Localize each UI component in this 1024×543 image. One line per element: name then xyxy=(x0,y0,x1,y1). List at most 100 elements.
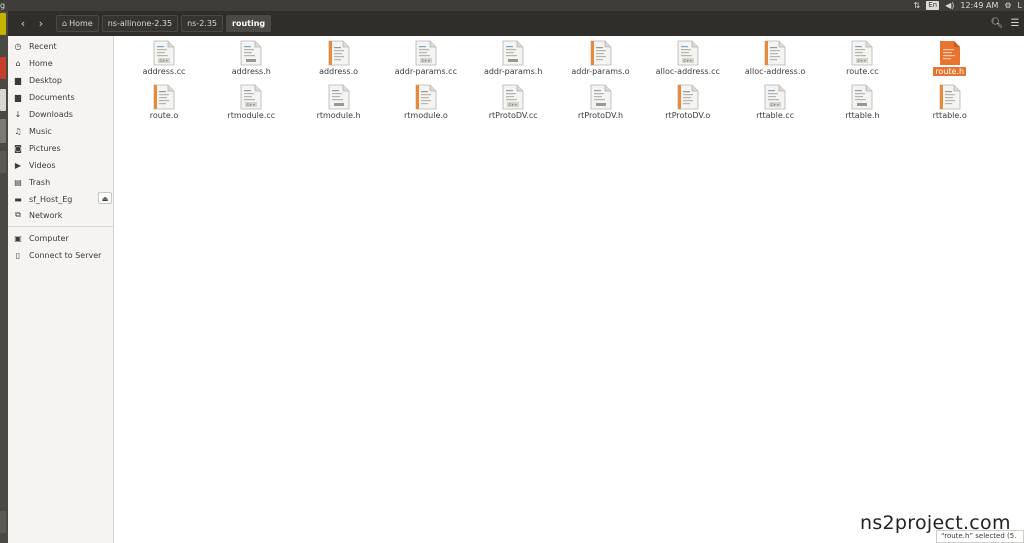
file-item[interactable]: C++ route.cc xyxy=(818,38,906,82)
volume-icon[interactable]: ◀) xyxy=(945,0,954,11)
file-name-text: rtmodule.h xyxy=(316,111,361,120)
file-item[interactable]: C++ rttable.cc xyxy=(731,82,819,126)
download-icon: ↓ xyxy=(14,109,22,119)
sidebar-item-desktop[interactable]: ▆ Desktop xyxy=(8,72,113,88)
launcher-app-icon[interactable] xyxy=(0,151,6,173)
breadcrumb: ⌂ Home ns-allinone-2.35 ns-2.35 routing xyxy=(56,15,272,32)
file-item[interactable]: address.o xyxy=(295,38,383,82)
object-file-icon xyxy=(153,84,175,110)
folder-icon: ▆ xyxy=(14,75,22,85)
file-name-label: rtmodule.o xyxy=(382,111,470,120)
file-item[interactable]: route.o xyxy=(120,82,208,126)
sidebar-item-label: Recent xyxy=(29,41,57,51)
sidebar-item-computer[interactable]: ▣ Computer xyxy=(8,230,113,246)
svg-text:C++: C++ xyxy=(247,102,256,107)
object-file-icon xyxy=(939,84,961,110)
music-icon: ♫ xyxy=(14,126,22,136)
file-item[interactable]: C++ addr-params.cc xyxy=(382,38,470,82)
file-item[interactable]: alloc-address.o xyxy=(731,38,819,82)
sidebar-item-label: Desktop xyxy=(29,75,62,85)
file-name-text: address.h xyxy=(231,67,271,76)
file-item[interactable]: rttable.h xyxy=(818,82,906,126)
network-arrows-icon[interactable]: ⇅ xyxy=(914,0,921,11)
forward-button[interactable]: › xyxy=(32,15,50,32)
sidebar-item-pictures[interactable]: ◙ Pictures xyxy=(8,140,113,156)
file-item[interactable]: C++ alloc-address.cc xyxy=(644,38,732,82)
computer-icon: ▣ xyxy=(14,233,22,243)
launcher-app-icon[interactable] xyxy=(0,57,6,79)
file-name-text: alloc-address.cc xyxy=(655,67,720,76)
sidebar-item-label: Documents xyxy=(29,92,75,102)
file-name-text: addr-params.o xyxy=(571,67,630,76)
file-name-label: addr-params.o xyxy=(557,67,645,76)
file-item[interactable]: C++ address.cc xyxy=(120,38,208,82)
drive-icon: ▬ xyxy=(14,194,22,204)
eject-icon[interactable]: ⏏ xyxy=(98,192,112,204)
keyboard-layout-indicator[interactable]: En xyxy=(926,1,940,10)
file-name-text: rttable.cc xyxy=(756,111,795,120)
file-name-text: route.o xyxy=(149,111,179,120)
file-name-text: rttable.h xyxy=(845,111,880,120)
header-file-icon xyxy=(502,40,524,66)
launcher-app-icon[interactable] xyxy=(0,119,6,143)
sidebar-item-sf-host-eg[interactable]: ▬ sf_Host_Eg xyxy=(8,191,90,207)
header-file-icon xyxy=(240,40,262,66)
breadcrumb-label: Home xyxy=(69,19,93,28)
sidebar-item-home[interactable]: ⌂ Home xyxy=(8,55,113,71)
sidebar-item-trash[interactable]: ▤ Trash xyxy=(8,174,113,190)
launcher-app-icon[interactable] xyxy=(0,511,6,533)
header-file-icon xyxy=(851,84,873,110)
settings-gear-icon[interactable]: ⚙ xyxy=(1004,0,1011,11)
file-item[interactable]: C++ rtProtoDV.cc xyxy=(469,82,557,126)
launcher-app-icon[interactable] xyxy=(0,89,6,111)
cpp-file-icon: C++ xyxy=(153,40,175,66)
sidebar-item-videos[interactable]: ▶ Videos xyxy=(8,157,113,173)
sidebar-item-music[interactable]: ♫ Music xyxy=(8,123,113,139)
breadcrumb-routing[interactable]: routing xyxy=(226,15,272,32)
file-name-label: rttable.cc xyxy=(731,111,819,120)
file-item[interactable]: rtmodule.h xyxy=(295,82,383,126)
sidebar-item-label: Trash xyxy=(29,177,51,187)
sidebar-item-documents[interactable]: ▆ Documents xyxy=(8,89,113,105)
sidebar-item-label: Videos xyxy=(29,160,56,170)
network-icon: ⧉ xyxy=(15,210,21,219)
clock[interactable]: 12:49 AM xyxy=(960,0,998,11)
svg-text:C++: C++ xyxy=(771,102,780,107)
file-name-label: alloc-address.cc xyxy=(644,67,732,76)
cpp-file-icon: C++ xyxy=(240,84,262,110)
breadcrumb-ns-2-35[interactable]: ns-2.35 xyxy=(181,15,223,32)
sidebar-item-network[interactable]: ⧉ Network xyxy=(8,207,113,223)
launcher-app-icon[interactable] xyxy=(0,13,6,35)
file-item[interactable]: rtProtoDV.h xyxy=(557,82,645,126)
file-item[interactable]: addr-params.h xyxy=(469,38,557,82)
file-item[interactable]: route.h xyxy=(906,38,994,82)
sidebar-item-recent[interactable]: ◷ Recent xyxy=(8,38,113,54)
file-item[interactable]: rtProtoDV.o xyxy=(644,82,732,126)
object-file-icon xyxy=(590,40,611,66)
breadcrumb-home[interactable]: ⌂ Home xyxy=(56,15,99,32)
sidebar-item-downloads[interactable]: ↓ Downloads xyxy=(8,106,113,122)
file-name-label: address.h xyxy=(207,67,295,76)
file-item[interactable]: rttable.o xyxy=(906,82,994,126)
home-icon: ⌂ xyxy=(15,58,21,68)
file-name-label: route.cc xyxy=(818,67,906,76)
file-item[interactable]: address.h xyxy=(207,38,295,82)
file-item[interactable]: C++ rtmodule.cc xyxy=(207,82,295,126)
sidebar-item-connect-to-server[interactable]: ▯ Connect to Server xyxy=(8,247,113,263)
sidebar-item-label: Network xyxy=(29,210,63,220)
back-button[interactable]: ‹ xyxy=(14,15,32,32)
active-app-title: g xyxy=(0,1,6,10)
file-name-label: address.cc xyxy=(120,67,208,76)
home-icon: ⌂ xyxy=(62,19,68,28)
svg-text:C++: C++ xyxy=(683,58,692,63)
file-item[interactable]: rtmodule.o xyxy=(382,82,470,126)
file-name-text: alloc-address.o xyxy=(744,67,806,76)
file-name-text: route.cc xyxy=(846,67,879,76)
file-name-label: rtProtoDV.cc xyxy=(469,111,557,120)
breadcrumb-ns-allinone[interactable]: ns-allinone-2.35 xyxy=(101,15,179,32)
file-item[interactable]: addr-params.o xyxy=(557,38,645,82)
menu-icon[interactable]: ☰ xyxy=(1006,15,1024,32)
cpp-file-icon: C++ xyxy=(677,40,699,66)
search-icon[interactable]: 🔍︎ xyxy=(988,15,1006,32)
user-menu[interactable]: L xyxy=(1018,0,1022,11)
